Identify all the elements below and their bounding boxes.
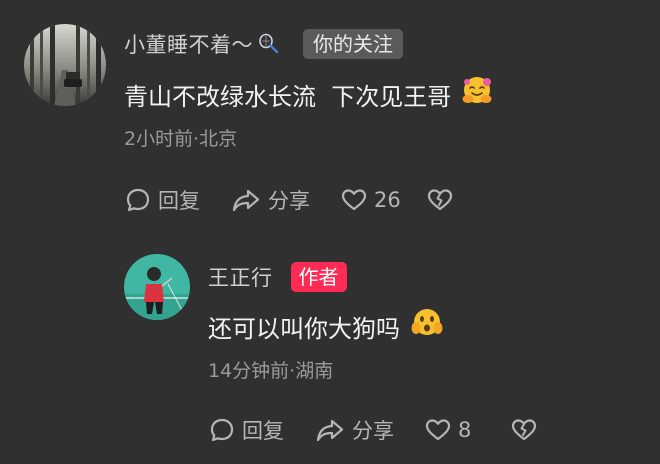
author-badge: 作者 bbox=[290, 262, 347, 292]
comment-meta: 2小时前·北京 bbox=[124, 128, 238, 150]
comment-thread: 小董睡不着～ 你的关注 青山不改绿水长流 下次见王哥 2小时前·北京 回复 分享… bbox=[0, 0, 660, 464]
shocked-face-emoji bbox=[410, 307, 444, 345]
username[interactable]: 小董睡不着～ bbox=[124, 29, 253, 59]
reply-button[interactable]: 回复 bbox=[208, 415, 314, 445]
share-button[interactable]: 分享 bbox=[230, 185, 340, 215]
share-arrow-icon bbox=[316, 419, 344, 442]
reply-label: 回复 bbox=[158, 189, 200, 213]
avatar-image bbox=[124, 254, 190, 320]
share-label: 分享 bbox=[268, 189, 310, 213]
comment-text-row: 青山不改绿水长流 下次见王哥 bbox=[124, 74, 493, 114]
like-count: 8 bbox=[458, 418, 472, 442]
comment-text: 还可以叫你大狗吗 bbox=[208, 314, 400, 343]
badminton-racket-icon bbox=[257, 32, 281, 56]
broken-heart-icon bbox=[511, 419, 537, 441]
comment-header: 王正行 作者 bbox=[208, 260, 347, 294]
like-button[interactable]: 8 bbox=[424, 416, 510, 444]
comment-actions: 回复 分享 8 bbox=[208, 412, 540, 448]
like-count: 26 bbox=[374, 188, 401, 212]
comment-text-row: 还可以叫你大狗吗 bbox=[208, 306, 444, 346]
heart-icon bbox=[341, 189, 367, 211]
comment-text: 青山不改绿水长流 下次见王哥 bbox=[124, 82, 452, 111]
avatar-image bbox=[24, 24, 106, 106]
reply-label: 回复 bbox=[242, 419, 284, 443]
reply-button[interactable]: 回复 bbox=[124, 185, 230, 215]
broken-heart-icon bbox=[427, 189, 453, 211]
reply-item: 王正行 作者 还可以叫你大狗吗 14分钟前·湖南 回复 分享 8 bbox=[0, 240, 660, 464]
dislike-button[interactable] bbox=[510, 416, 540, 444]
username[interactable]: 王正行 bbox=[208, 262, 273, 292]
heart-icon bbox=[425, 419, 451, 441]
comment-header: 小董睡不着～ 你的关注 bbox=[124, 26, 403, 62]
speech-bubble-icon bbox=[210, 418, 234, 442]
comment-meta: 14分钟前·湖南 bbox=[208, 360, 334, 382]
share-arrow-icon bbox=[232, 189, 260, 212]
avatar[interactable] bbox=[24, 24, 106, 106]
following-badge: 你的关注 bbox=[303, 29, 403, 59]
like-button[interactable]: 26 bbox=[340, 186, 426, 214]
share-button[interactable]: 分享 bbox=[314, 415, 424, 445]
hugging-face-emoji bbox=[461, 75, 493, 113]
dislike-button[interactable] bbox=[426, 186, 456, 214]
comment-actions: 回复 分享 26 bbox=[124, 182, 456, 218]
avatar[interactable] bbox=[124, 254, 190, 320]
speech-bubble-icon bbox=[126, 188, 150, 212]
share-label: 分享 bbox=[352, 419, 394, 443]
comment-item: 小董睡不着～ 你的关注 青山不改绿水长流 下次见王哥 2小时前·北京 回复 分享… bbox=[0, 0, 660, 240]
